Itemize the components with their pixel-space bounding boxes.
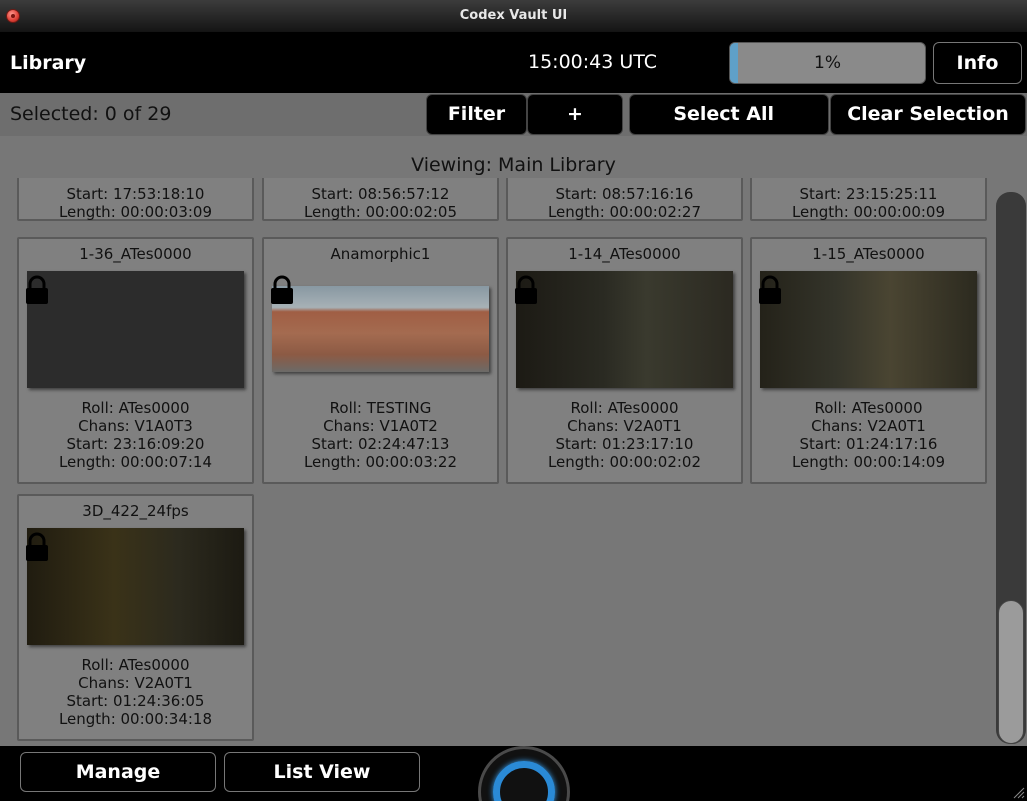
clip-card-partial[interactable]: Start: 08:56:57:12 Length: 00:00:02:05: [262, 178, 499, 221]
utc-clock: 15:00:43 UTC: [528, 51, 658, 73]
clip-thumbnail: [27, 528, 244, 645]
window-titlebar: Codex Vault UI: [0, 0, 1027, 33]
select-all-button[interactable]: Select All: [629, 94, 829, 135]
section-title: Library: [10, 52, 87, 74]
lock-icon: [26, 532, 48, 561]
info-button[interactable]: Info: [933, 42, 1022, 84]
clip-length: Length: 00:00:03:09: [58, 203, 213, 221]
clip-name: 1-15_ATes0000: [812, 245, 925, 263]
clip-start: Start: 08:57:16:16: [555, 185, 694, 203]
clip-card[interactable]: 3D_422_24fps Roll: ATes0000 Chans: V2A0T…: [17, 494, 254, 741]
clip-grid: Start: 17:53:18:10 Length: 00:00:03:09 S…: [0, 178, 1027, 746]
clip-thumbnail: [27, 271, 244, 388]
filter-button[interactable]: Filter: [426, 94, 527, 135]
clip-length: Length: 00:00:02:02: [547, 453, 702, 471]
lock-icon: [26, 275, 48, 304]
progress-bar: 1%: [729, 42, 926, 84]
clip-start: Start: 17:53:18:10: [66, 185, 205, 203]
clip-name: Anamorphic1: [330, 245, 431, 263]
clip-length: Length: 00:00:07:14: [58, 453, 213, 471]
add-button[interactable]: +: [527, 94, 623, 135]
clear-selection-button[interactable]: Clear Selection: [830, 94, 1026, 135]
clip-thumbnail: [272, 286, 489, 372]
clip-start: Start: 01:24:17:16: [799, 435, 938, 453]
clip-name: 1-36_ATes0000: [79, 245, 192, 263]
manage-button[interactable]: Manage: [20, 752, 216, 792]
lock-icon: [515, 275, 537, 304]
clip-roll: Roll: TESTING: [329, 399, 432, 417]
lock-icon: [271, 275, 293, 304]
clip-length: Length: 00:00:00:09: [791, 203, 946, 221]
clip-chans: Chans: V2A0T1: [78, 674, 193, 692]
clip-roll: Roll: ATes0000: [81, 656, 190, 674]
clip-roll: Roll: ATes0000: [814, 399, 923, 417]
clip-length: Length: 00:00:02:27: [547, 203, 702, 221]
clip-start: Start: 23:16:09:20: [66, 435, 205, 453]
clip-name: 1-14_ATes0000: [568, 245, 681, 263]
clip-card[interactable]: Anamorphic1 Roll: TESTING Chans: V1A0T2 …: [262, 237, 499, 484]
clip-thumbnail: [516, 271, 733, 388]
resize-grip-icon[interactable]: [1011, 785, 1025, 799]
clip-chans: Chans: V2A0T1: [567, 417, 682, 435]
clip-card-partial[interactable]: Start: 08:57:16:16 Length: 00:00:02:27: [506, 178, 743, 221]
scrollbar-thumb[interactable]: [998, 600, 1024, 744]
window-title: Codex Vault UI: [459, 8, 568, 23]
clip-start: Start: 01:23:17:10: [555, 435, 694, 453]
clip-roll: Roll: ATes0000: [81, 399, 190, 417]
clip-card[interactable]: 1-14_ATes0000 Roll: ATes0000 Chans: V2A0…: [506, 237, 743, 484]
progress-label: 1%: [814, 53, 841, 73]
clip-card-partial[interactable]: Start: 23:15:25:11 Length: 00:00:00:09: [750, 178, 987, 221]
clip-length: Length: 00:00:34:18: [58, 710, 213, 728]
clip-start: Start: 08:56:57:12: [311, 185, 450, 203]
clip-start: Start: 01:24:36:05: [66, 692, 205, 710]
clip-start: Start: 23:15:25:11: [799, 185, 938, 203]
viewing-label: Viewing: Main Library: [0, 136, 1027, 178]
clip-card[interactable]: 1-36_ATes0000 Roll: ATes0000 Chans: V1A0…: [17, 237, 254, 484]
list-view-button[interactable]: List View: [224, 752, 420, 792]
clip-chans: Chans: V1A0T2: [323, 417, 438, 435]
clip-length: Length: 00:00:14:09: [791, 453, 946, 471]
clip-roll: Roll: ATes0000: [570, 399, 679, 417]
clip-chans: Chans: V2A0T1: [811, 417, 926, 435]
clip-name: 3D_422_24fps: [82, 502, 189, 520]
clip-start: Start: 02:24:47:13: [311, 435, 450, 453]
selection-count: Selected: 0 of 29: [10, 103, 172, 125]
clip-thumbnail: [760, 271, 977, 388]
clip-length: Length: 00:00:02:05: [303, 203, 458, 221]
clip-card-partial[interactable]: Start: 17:53:18:10 Length: 00:00:03:09: [17, 178, 254, 221]
clip-length: Length: 00:00:03:22: [303, 453, 458, 471]
lock-icon: [759, 275, 781, 304]
clip-chans: Chans: V1A0T3: [78, 417, 193, 435]
clip-card[interactable]: 1-15_ATes0000 Roll: ATes0000 Chans: V2A0…: [750, 237, 987, 484]
